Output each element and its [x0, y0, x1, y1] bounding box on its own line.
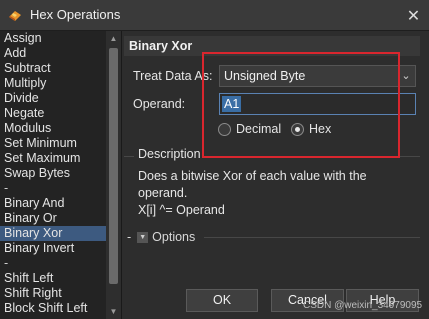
operations-list[interactable]: Assign Add Subtract Multiply Divide Negate Mod… [0, 31, 122, 319]
treat-data-select[interactable]: Unsigned Byte ⌄ [219, 65, 416, 87]
close-icon[interactable]: ✕ [398, 0, 429, 31]
list-item[interactable]: Block Shift Left [0, 301, 106, 316]
hex-operations-dialog: Hex Operations ✕ Assign Add Subtract Multip… [0, 0, 429, 319]
description-line-1: Does a bitwise Xor of each value with th… [138, 169, 367, 183]
options-label: Options [152, 230, 196, 244]
watermark-text: CSDN @weixin_34979095 [303, 300, 423, 311]
list-separator: - [4, 256, 9, 270]
list-item[interactable]: Swap Bytes [0, 166, 106, 181]
operations-list-items: Assign Add Subtract Multiply Divide Negate Mod… [0, 31, 106, 316]
list-item[interactable]: Binary Or [0, 211, 106, 226]
decimal-radio-button[interactable] [218, 122, 231, 136]
list-item[interactable]: Modulus [0, 121, 106, 136]
scroll-up-arrow-icon[interactable]: ▲ [106, 31, 121, 46]
list-item[interactable]: Shift Left [0, 271, 106, 286]
operand-label: Operand: [133, 97, 186, 111]
ok-button[interactable]: OK [186, 289, 258, 312]
scrollbar-thumb[interactable] [109, 48, 118, 284]
hex-app-icon [9, 11, 21, 21]
description-title: Description [138, 147, 201, 161]
decimal-radio-label: Decimal [236, 122, 282, 136]
options-divider [204, 237, 420, 238]
description-divider [206, 156, 420, 157]
hex-radio-button[interactable] [291, 122, 304, 136]
scroll-down-arrow-icon[interactable]: ▼ [106, 304, 121, 319]
chevron-down-icon: ⌄ [401, 70, 411, 82]
title-bar: Hex Operations ✕ [0, 0, 429, 31]
list-item[interactable]: Subtract [0, 61, 106, 76]
hex-radio[interactable]: Hex [291, 122, 331, 136]
operand-input[interactable]: A1 [219, 93, 416, 115]
list-item[interactable]: Set Minimum [0, 136, 106, 151]
list-item[interactable]: Binary And [0, 196, 106, 211]
expand-toggle-icon[interactable]: ▼ [137, 231, 149, 243]
list-item[interactable]: Multiply [0, 76, 106, 91]
description-divider-left [124, 156, 134, 157]
description-line-3: X[i] ^= Operand [138, 203, 225, 217]
list-item[interactable]: Divide [0, 91, 106, 106]
list-scrollbar[interactable]: ▲ ▼ [106, 31, 121, 319]
list-item[interactable]: Assign [0, 31, 106, 46]
operand-value: A1 [222, 96, 242, 112]
list-item[interactable]: Binary Invert [0, 241, 106, 256]
decimal-radio[interactable]: Decimal [218, 122, 281, 136]
hex-radio-label: Hex [309, 122, 332, 136]
operation-panel: Binary Xor Treat Data As: Unsigned Byte … [124, 31, 429, 319]
description-text: Does a bitwise Xor of each value with th… [138, 168, 413, 219]
list-item[interactable]: Add [0, 46, 106, 61]
operation-header: Binary Xor [124, 36, 420, 56]
list-item[interactable]: Negate [0, 106, 106, 121]
list-separator: - [4, 181, 9, 195]
treat-data-label: Treat Data As: [133, 69, 213, 83]
options-dash: - [127, 230, 132, 244]
options-expander[interactable]: - ▼ Options [127, 230, 195, 244]
window-title: Hex Operations [30, 7, 121, 22]
list-item[interactable]: Set Maximum [0, 151, 106, 166]
description-line-2: operand. [138, 186, 188, 200]
list-item[interactable]: Shift Right [0, 286, 106, 301]
list-item[interactable]: Binary Xor [0, 226, 106, 241]
treat-data-value: Unsigned Byte [224, 69, 306, 83]
